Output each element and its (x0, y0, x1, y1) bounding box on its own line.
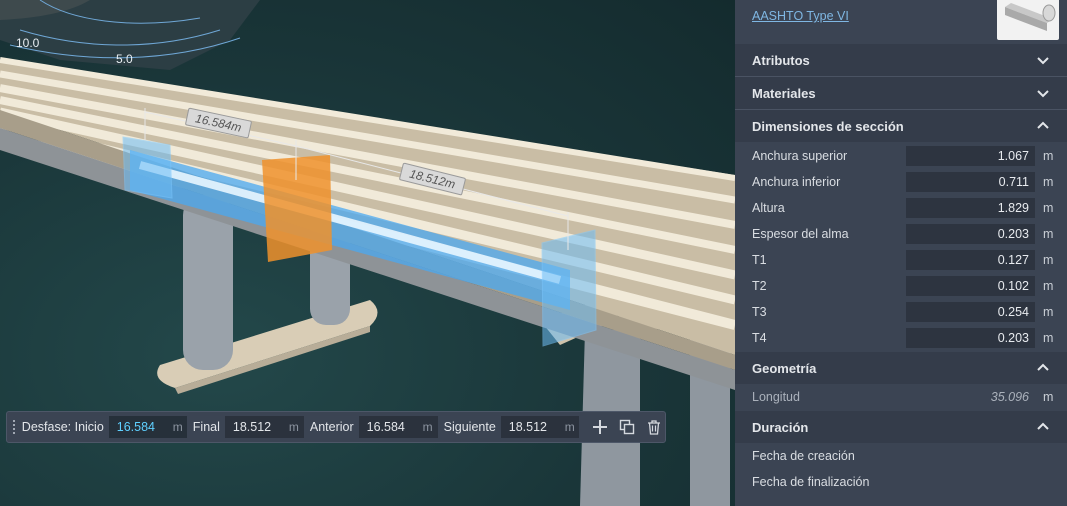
unit-label: m (1043, 253, 1054, 267)
section-attributes[interactable]: Atributos (735, 44, 1067, 76)
section-title: Duración (752, 419, 809, 435)
contour-label: 5.0 (116, 52, 133, 66)
unit-label: m (1043, 390, 1054, 404)
component-type-link[interactable]: AASHTO Type VI (752, 9, 849, 23)
prop-row: T4 0.203 m (735, 325, 1067, 351)
prop-label: Anchura inferior (752, 175, 841, 189)
prop-value-input[interactable]: 0.203 (906, 224, 1035, 244)
unit-label: m (1043, 227, 1054, 241)
prop-row: Espesor del alma 0.203 m (735, 221, 1067, 247)
section-duration[interactable]: Duración (735, 411, 1067, 443)
prop-label: Altura (752, 201, 785, 215)
unit-label: m (1043, 201, 1054, 215)
prop-value-input[interactable]: 0.102 (906, 276, 1035, 296)
offset-start-input[interactable] (116, 420, 173, 434)
previous-label: Anterior (309, 420, 354, 434)
prop-value-input[interactable]: 0.254 (906, 302, 1035, 322)
prop-label: T3 (752, 305, 767, 319)
beam-thumbnail (997, 0, 1059, 40)
length-value: 35.096 (990, 390, 1029, 404)
section-title: Geometría (752, 360, 817, 376)
prop-value-input[interactable]: 0.127 (906, 250, 1035, 270)
finished-date-label: Fecha de finalización (752, 475, 870, 489)
unit-label: m (1043, 331, 1054, 345)
contour-label: 10.0 (16, 36, 40, 50)
unit-label: m (564, 420, 575, 434)
prop-row: Anchura superior 1.067 m (735, 143, 1067, 169)
offset-toolbar: Desfase: Inicio m Final m Anterior m Sig… (6, 411, 666, 443)
drag-handle-icon[interactable] (12, 419, 16, 435)
prop-label: T2 (752, 279, 767, 293)
section-dimensions[interactable]: Dimensiones de sección (735, 110, 1067, 142)
unit-label: m (422, 420, 433, 434)
created-date-label: Fecha de creación (752, 449, 855, 463)
final-input[interactable] (232, 420, 289, 434)
prop-label: Espesor del alma (752, 227, 849, 241)
next-field[interactable]: m (500, 416, 579, 438)
next-label: Siguiente (443, 420, 496, 434)
properties-panel: AASHTO Type VI Atributos Materiales Dime… (735, 0, 1067, 506)
prop-row: Anchura inferior 0.711 m (735, 169, 1067, 195)
unit-label: m (1043, 305, 1054, 319)
previous-input[interactable] (366, 420, 423, 434)
prop-label: T4 (752, 331, 767, 345)
chevron-down-icon (1037, 57, 1049, 65)
prop-value-input[interactable]: 1.829 (906, 198, 1035, 218)
next-input[interactable] (508, 420, 565, 434)
prop-row: T2 0.102 m (735, 273, 1067, 299)
unit-label: m (172, 420, 183, 434)
section-title: Materiales (752, 85, 816, 101)
section-title: Dimensiones de sección (752, 118, 904, 134)
prop-value-input[interactable]: 1.067 (906, 146, 1035, 166)
prop-row: Fecha de creación (735, 443, 1067, 469)
chevron-up-icon (1037, 363, 1049, 371)
prop-row: T3 0.254 m (735, 299, 1067, 325)
plus-icon[interactable] (589, 415, 612, 439)
prop-row: T1 0.127 m (735, 247, 1067, 273)
offset-start-field[interactable]: m (108, 416, 187, 438)
unit-label: m (1043, 175, 1054, 189)
section-materials[interactable]: Materiales (735, 77, 1067, 109)
section-geometry[interactable]: Geometría (735, 352, 1067, 384)
component-header: AASHTO Type VI (735, 0, 1067, 44)
length-label: Longitud (752, 390, 800, 404)
prop-row: Fecha de finalización (735, 469, 1067, 495)
unit-label: m (288, 420, 299, 434)
chevron-down-icon (1037, 90, 1049, 98)
prop-row: Longitud 35.096 m (735, 384, 1067, 410)
prop-value-input[interactable]: 0.203 (906, 328, 1035, 348)
unit-label: m (1043, 149, 1054, 163)
unit-label: m (1043, 279, 1054, 293)
final-field[interactable]: m (224, 416, 304, 438)
prop-label: T1 (752, 253, 767, 267)
chevron-up-icon (1037, 121, 1049, 129)
section-title: Atributos (752, 52, 810, 68)
prop-label: Anchura superior (752, 149, 848, 163)
prop-value-input[interactable]: 0.711 (906, 172, 1035, 192)
previous-field[interactable]: m (358, 416, 438, 438)
copy-icon[interactable] (616, 415, 639, 439)
final-label: Final (192, 420, 220, 434)
offset-start-label: Desfase: Inicio (21, 420, 104, 434)
trash-icon[interactable] (642, 415, 665, 439)
chevron-up-icon (1037, 422, 1049, 430)
prop-row: Altura 1.829 m (735, 195, 1067, 221)
